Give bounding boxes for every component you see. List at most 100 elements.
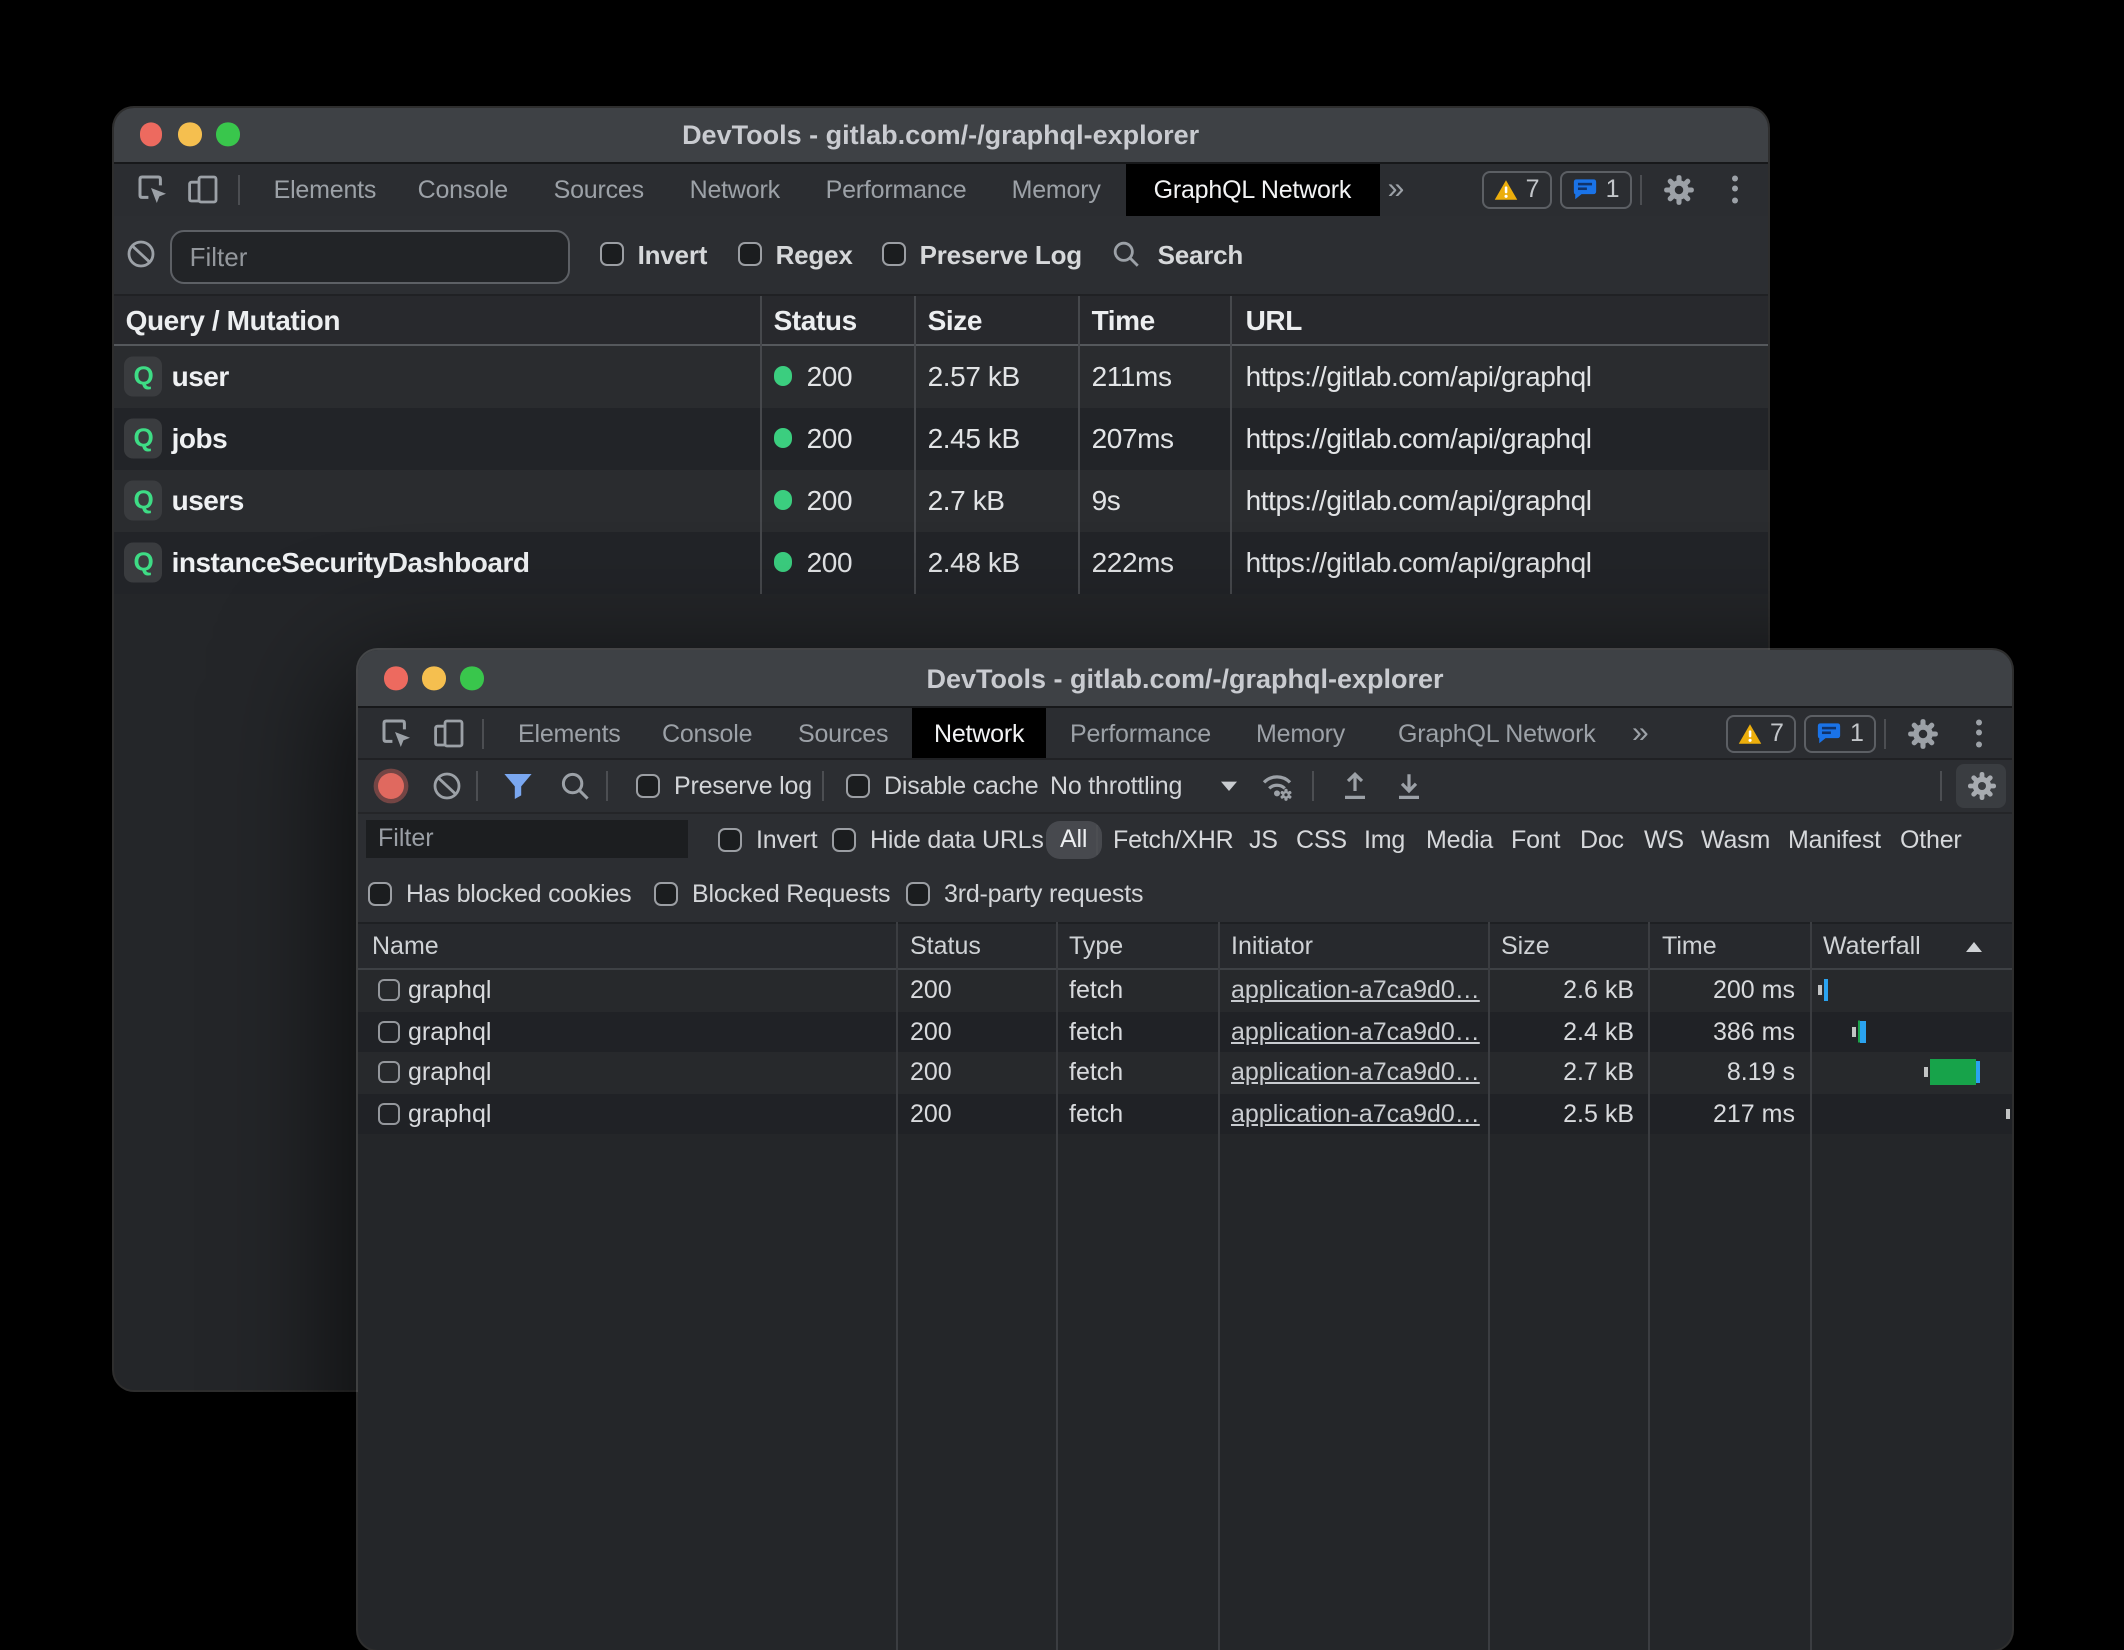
tab-console[interactable]: Console <box>396 163 530 215</box>
checkbox[interactable] <box>600 242 624 266</box>
type-filter-all[interactable]: All <box>1046 820 1101 858</box>
tab-sources[interactable]: Sources <box>776 708 910 758</box>
more-tabs-icon[interactable]: » <box>1632 708 1649 758</box>
checkbox[interactable] <box>846 774 870 798</box>
type-filter-css[interactable]: CSS <box>1296 814 1347 864</box>
column-header-initiator[interactable]: Initiator <box>1231 924 1313 968</box>
network-settings-gear-icon[interactable] <box>1956 764 2006 808</box>
tab-performance[interactable]: Performance <box>1048 708 1233 758</box>
record-button[interactable] <box>377 773 403 799</box>
type-filter-doc[interactable]: Doc <box>1580 814 1624 864</box>
type-filter-fetch-xhr[interactable]: Fetch/XHR <box>1113 814 1233 864</box>
preserve-log-checkbox[interactable]: Preserve log <box>636 760 812 812</box>
tab-graphql-network[interactable]: GraphQL Network <box>1126 163 1380 215</box>
network-conditions-icon[interactable] <box>1260 770 1294 802</box>
row-checkbox[interactable] <box>378 1062 400 1084</box>
inspect-element-icon[interactable] <box>136 172 170 206</box>
tab-console[interactable]: Console <box>640 708 774 758</box>
invert-checkbox[interactable]: Invert <box>718 814 817 864</box>
checkbox[interactable] <box>832 827 856 851</box>
checkbox[interactable] <box>718 827 742 851</box>
hide-data-urls-checkbox[interactable]: Hide data URLs <box>832 814 1044 864</box>
request-row[interactable]: graphql 200 fetch application-a7ca9d0… 2… <box>358 970 2012 1011</box>
checkbox[interactable] <box>368 881 392 905</box>
row-checkbox[interactable] <box>378 1103 400 1125</box>
initiator-link[interactable]: application-a7ca9d0… <box>1231 977 1480 1005</box>
type-filter-font[interactable]: Font <box>1511 814 1560 864</box>
type-filter-img[interactable]: Img <box>1364 814 1405 864</box>
export-har-icon[interactable] <box>1394 771 1424 801</box>
column-header-name[interactable]: Name <box>372 924 439 968</box>
column-header-status[interactable]: Status <box>774 295 857 343</box>
column-separator[interactable] <box>1648 922 1650 1650</box>
column-separator[interactable] <box>1809 922 1811 1650</box>
type-filter-media[interactable]: Media <box>1426 814 1493 864</box>
initiator-link[interactable]: application-a7ca9d0… <box>1231 1018 1480 1046</box>
invert-checkbox[interactable]: Invert <box>600 215 708 293</box>
third-party-requests-checkbox[interactable]: 3rd-party requests <box>906 864 1143 922</box>
titlebar[interactable]: DevTools - gitlab.com/-/graphql-explorer <box>358 650 2012 708</box>
kebab-menu-icon[interactable] <box>1732 170 1739 207</box>
more-tabs-icon[interactable]: » <box>1388 163 1405 215</box>
column-header-waterfall[interactable]: Waterfall <box>1823 924 1921 968</box>
filter-input[interactable]: Filter <box>366 819 688 857</box>
checkbox[interactable] <box>738 242 762 266</box>
type-filter-manifest[interactable]: Manifest <box>1788 814 1881 864</box>
column-separator[interactable] <box>1055 922 1057 1650</box>
checkbox[interactable] <box>882 242 906 266</box>
search-button[interactable]: Search <box>1112 215 1244 293</box>
disable-cache-checkbox[interactable]: Disable cache <box>846 760 1038 812</box>
column-header-query[interactable]: Query / Mutation <box>126 295 341 343</box>
clear-icon[interactable] <box>432 771 462 801</box>
column-separator[interactable] <box>1217 922 1219 1650</box>
type-filter-js[interactable]: JS <box>1249 814 1278 864</box>
kebab-menu-icon[interactable] <box>1976 714 1983 751</box>
tab-network[interactable]: Network <box>668 163 802 215</box>
request-row[interactable]: graphql 200 fetch application-a7ca9d0… 2… <box>358 1052 2012 1093</box>
clear-icon[interactable] <box>126 239 156 269</box>
dropdown-arrow-icon[interactable] <box>1220 780 1238 792</box>
checkbox[interactable] <box>636 774 660 798</box>
inspect-element-icon[interactable] <box>380 716 414 750</box>
column-header-size[interactable]: Size <box>1501 924 1550 968</box>
messages-badge[interactable]: 1 <box>1804 714 1876 752</box>
regex-checkbox[interactable]: Regex <box>738 215 853 293</box>
device-toolbar-icon[interactable] <box>431 716 465 750</box>
row-checkbox[interactable] <box>378 1021 400 1043</box>
tab-elements[interactable]: Elements <box>252 163 399 215</box>
import-har-icon[interactable] <box>1340 771 1370 801</box>
settings-gear-icon[interactable] <box>1906 716 1940 750</box>
tab-sources[interactable]: Sources <box>532 163 666 215</box>
type-filter-other[interactable]: Other <box>1900 814 1962 864</box>
column-header-url[interactable]: URL <box>1246 295 1302 343</box>
column-separator[interactable] <box>896 922 898 1650</box>
column-header-size[interactable]: Size <box>928 295 982 343</box>
column-separator[interactable] <box>1231 295 1233 593</box>
sort-ascending-icon[interactable] <box>1966 924 1982 968</box>
has-blocked-cookies-checkbox[interactable]: Has blocked cookies <box>368 864 632 922</box>
tab-graphql-network[interactable]: GraphQL Network <box>1370 708 1624 758</box>
request-row[interactable]: Q jobs 200 2.45 kB 207ms https://gitlab.… <box>114 407 1768 469</box>
initiator-link[interactable]: application-a7ca9d0… <box>1231 1100 1480 1128</box>
request-row[interactable]: graphql 200 fetch application-a7ca9d0… 2… <box>358 1093 2012 1134</box>
request-row[interactable]: Q instanceSecurityDashboard 200 2.48 kB … <box>114 531 1768 593</box>
column-header-type[interactable]: Type <box>1069 924 1123 968</box>
column-header-status[interactable]: Status <box>910 924 981 968</box>
preserve-log-checkbox[interactable]: Preserve Log <box>882 215 1082 293</box>
column-header-time[interactable]: Time <box>1092 295 1155 343</box>
column-separator[interactable] <box>760 295 762 593</box>
tab-memory[interactable]: Memory <box>990 163 1123 215</box>
warnings-badge[interactable]: 7 <box>1726 714 1796 752</box>
type-filter-ws[interactable]: WS <box>1644 814 1684 864</box>
titlebar[interactable]: DevTools - gitlab.com/-/graphql-explorer <box>114 107 1768 163</box>
request-row[interactable]: Q user 200 2.57 kB 211ms https://gitlab.… <box>114 345 1768 407</box>
column-separator[interactable] <box>1487 922 1489 1650</box>
tab-memory[interactable]: Memory <box>1234 708 1367 758</box>
column-separator[interactable] <box>1078 295 1080 593</box>
row-checkbox[interactable] <box>378 980 400 1002</box>
tab-performance[interactable]: Performance <box>804 163 989 215</box>
type-filter-wasm[interactable]: Wasm <box>1701 814 1770 864</box>
blocked-requests-checkbox[interactable]: Blocked Requests <box>654 864 890 922</box>
initiator-link[interactable]: application-a7ca9d0… <box>1231 1059 1480 1087</box>
request-row[interactable]: graphql 200 fetch application-a7ca9d0… 2… <box>358 1011 2012 1052</box>
